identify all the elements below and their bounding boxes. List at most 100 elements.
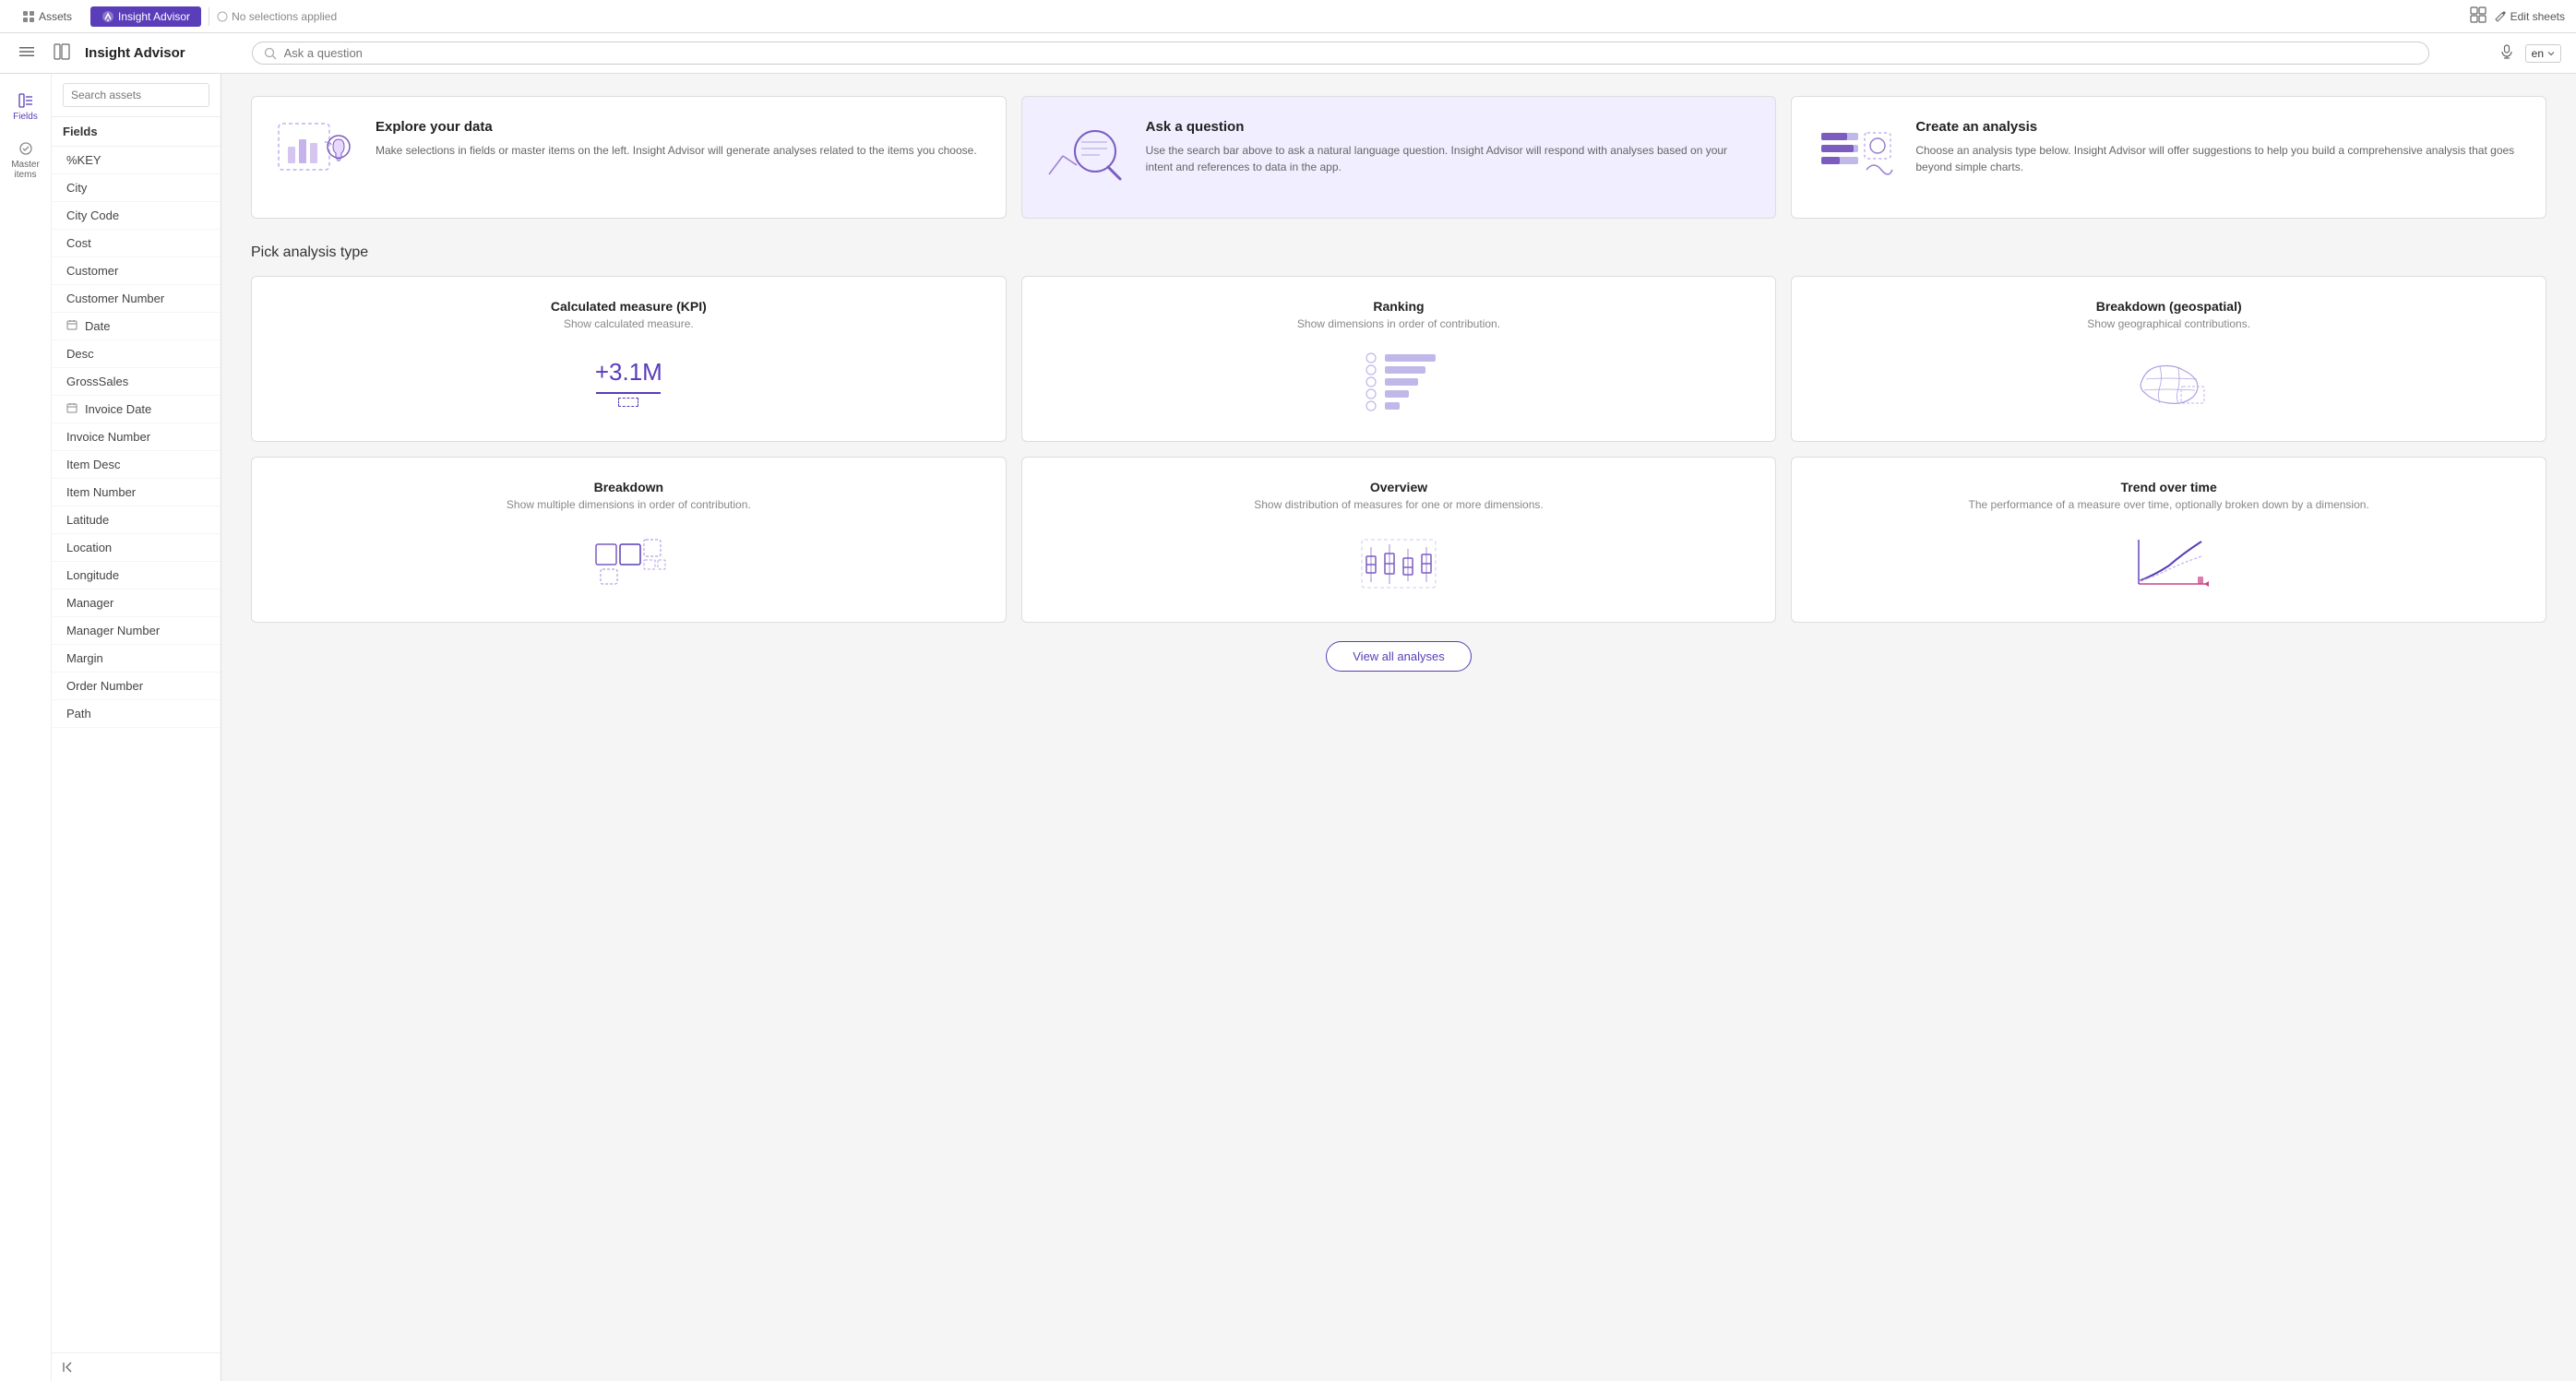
language-select[interactable]: en: [2525, 44, 2561, 63]
sidebar-item-label: Desc: [66, 347, 94, 361]
ask-illustration: [1044, 119, 1127, 196]
sidebar-item-label: Cost: [66, 236, 91, 250]
nav-insight-label: Insight Advisor: [118, 10, 190, 23]
intro-card-explore[interactable]: Explore your data Make selections in fie…: [251, 96, 1007, 219]
analysis-card-ranking[interactable]: Ranking Show dimensions in order of cont…: [1021, 276, 1777, 442]
analysis-card-trend[interactable]: Trend over time The performance of a mea…: [1791, 457, 2546, 623]
sidebar-item-longitude[interactable]: Longitude: [52, 562, 221, 589]
intro-cards-row: Explore your data Make selections in fie…: [251, 96, 2546, 219]
sidebar-item-cost[interactable]: Cost: [52, 230, 221, 257]
sidebar-item-label: City Code: [66, 208, 119, 222]
sidebar-item-label: Location: [66, 541, 112, 554]
sidebar-master-label: Master items: [7, 160, 44, 180]
sidebar-item-city-code[interactable]: City Code: [52, 202, 221, 230]
calendar-icon: [66, 402, 78, 416]
sidebar-search-input[interactable]: [63, 83, 209, 107]
sidebar-item-invoice-number[interactable]: Invoice Number: [52, 423, 221, 451]
analysis-desc-geo: Show geographical contributions.: [2087, 317, 2250, 330]
analysis-title-geo: Breakdown (geospatial): [2096, 299, 2242, 314]
sidebar-item-latitude[interactable]: Latitude: [52, 506, 221, 534]
sidebar-item-label: Order Number: [66, 679, 143, 693]
toolbar-search[interactable]: [252, 42, 2429, 65]
sidebar-item-customer[interactable]: Customer: [52, 257, 221, 285]
sidebar-item-manager[interactable]: Manager: [52, 589, 221, 617]
analysis-title-breakdown: Breakdown: [594, 480, 663, 494]
sidebar-item-label: Item Number: [66, 485, 136, 499]
analysis-visual-geo: [2128, 345, 2211, 419]
sidebar-section-fields: Fields: [52, 117, 221, 147]
view-all-analyses-btn[interactable]: View all analyses: [1326, 641, 1471, 672]
analysis-title-kpi: Calculated measure (KPI): [551, 299, 707, 314]
sidebar-item-item-desc[interactable]: Item Desc: [52, 451, 221, 479]
kpi-visual: +3.1M: [595, 358, 662, 407]
analysis-desc-ranking: Show dimensions in order of contribution…: [1297, 317, 1500, 330]
analysis-title-overview: Overview: [1370, 480, 1427, 494]
sidebar-item-label: Customer Number: [66, 292, 164, 305]
analysis-card-kpi[interactable]: Calculated measure (KPI) Show calculated…: [251, 276, 1007, 442]
content-area: Explore your data Make selections in fie…: [221, 74, 2576, 1381]
nav-assets[interactable]: Assets: [11, 6, 83, 27]
analysis-visual-overview: [1357, 526, 1440, 600]
sidebar-item-label: %KEY: [66, 153, 101, 167]
explore-desc: Make selections in fields or master item…: [376, 142, 977, 159]
edit-icon: [2494, 10, 2507, 23]
pick-analysis-section: Pick analysis type Calculated measure (K…: [251, 244, 2546, 672]
sidebar-item-invoice-date[interactable]: Invoice Date: [52, 396, 221, 423]
create-illustration: [1814, 119, 1897, 196]
nav-insight-advisor[interactable]: Insight Advisor: [90, 6, 201, 27]
sidebar-item-label: Margin: [66, 651, 103, 665]
edit-sheets-btn[interactable]: Edit sheets: [2494, 10, 2565, 23]
sidebar-list: %KEY City City Code Cost Customer Customer Nu…: [52, 147, 221, 1352]
sidebar-item-label: Latitude: [66, 513, 109, 527]
sidebar-collapse-btn[interactable]: [52, 1352, 221, 1381]
toolbar-title: Insight Advisor: [85, 45, 185, 61]
analysis-title-trend: Trend over time: [2121, 480, 2217, 494]
calendar-icon: [66, 319, 78, 333]
ranking-visual: [1357, 350, 1440, 414]
sidebar-item-city[interactable]: City: [52, 174, 221, 202]
sidebar-item-customer-number[interactable]: Customer Number: [52, 285, 221, 313]
sidebar-item-order-number[interactable]: Order Number: [52, 673, 221, 700]
analysis-desc-kpi: Show calculated measure.: [564, 317, 694, 330]
sidebar-item-desc[interactable]: Desc: [52, 340, 221, 368]
analysis-desc-trend: The performance of a measure over time, …: [1969, 498, 2369, 511]
analysis-desc-breakdown: Show multiple dimensions in order of con…: [507, 498, 751, 511]
chevron-down-icon: [2547, 50, 2555, 57]
fields-icon: [18, 92, 34, 109]
sidebar-item-key[interactable]: %KEY: [52, 147, 221, 174]
sidebar-item-label: Customer: [66, 264, 118, 278]
analysis-card-geo[interactable]: Breakdown (geospatial) Show geographical…: [1791, 276, 2546, 442]
sidebar-item-location[interactable]: Location: [52, 534, 221, 562]
sidebar-item-label: Longitude: [66, 568, 119, 582]
sidebar-icon-fields[interactable]: Fields: [4, 85, 48, 129]
sidebar-item-path[interactable]: Path: [52, 700, 221, 728]
analysis-title-ranking: Ranking: [1373, 299, 1424, 314]
grid-view-icon[interactable]: [2470, 6, 2487, 26]
create-card-text: Create an analysis Choose an analysis ty…: [1915, 119, 2523, 175]
sidebar-item-manager-number[interactable]: Manager Number: [52, 617, 221, 645]
sidebar-item-date[interactable]: Date: [52, 313, 221, 340]
breakdown-visual: [587, 530, 670, 595]
geo-visual: [2128, 350, 2211, 414]
analysis-card-breakdown[interactable]: Breakdown Show multiple dimensions in or…: [251, 457, 1007, 623]
sidebar-item-item-number[interactable]: Item Number: [52, 479, 221, 506]
sidebar-field-list-panel: Fields %KEY City City Code Cost Customer Cust…: [52, 74, 221, 1381]
no-selections-icon: [217, 11, 228, 22]
sidebar-toggle-btn[interactable]: [15, 40, 39, 66]
analysis-visual-breakdown: [587, 526, 670, 600]
sidebar-item-label: City: [66, 181, 87, 195]
ask-card-text: Ask a question Use the search bar above …: [1146, 119, 1754, 175]
panel-toggle-btn[interactable]: [50, 40, 74, 66]
toolbar-icons: en: [2496, 41, 2561, 65]
search-input[interactable]: [284, 46, 2417, 60]
sidebar-icon-master-items[interactable]: Master items: [4, 133, 48, 187]
sidebar-item-margin[interactable]: Margin: [52, 645, 221, 673]
analysis-card-overview[interactable]: Overview Show distribution of measures f…: [1021, 457, 1777, 623]
explore-title: Explore your data: [376, 119, 977, 135]
intro-card-ask[interactable]: Ask a question Use the search bar above …: [1021, 96, 1777, 219]
sidebar-item-gross-sales[interactable]: GrossSales: [52, 368, 221, 396]
intro-card-create[interactable]: Create an analysis Choose an analysis ty…: [1791, 96, 2546, 219]
explore-card-text: Explore your data Make selections in fie…: [376, 119, 977, 159]
microphone-icon[interactable]: [2496, 41, 2518, 65]
sidebar-item-label: Manager: [66, 596, 113, 610]
